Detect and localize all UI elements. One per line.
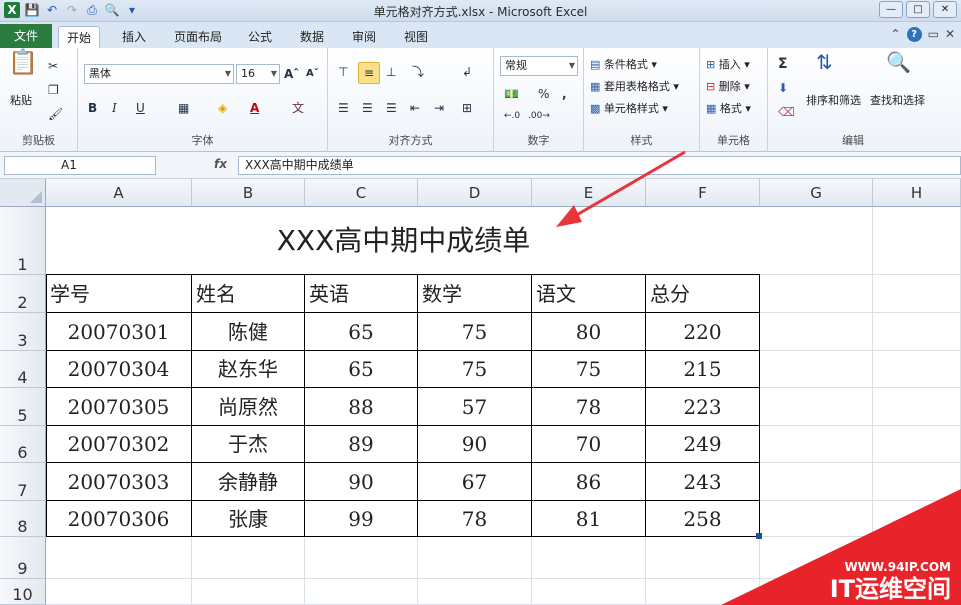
excel-window: X 💾 ↶ ↷ ⎙ 🔍 ▾ 单元格对齐方式.xlsx - Microsoft E… — [0, 0, 961, 605]
arrow-shaft — [567, 150, 686, 222]
watermark-brand: IT运维空间 — [830, 575, 951, 603]
arrow-head-icon — [556, 205, 582, 227]
watermark-badge: WWW.94IP.COM IT运维空间 — [721, 489, 961, 605]
watermark-url: WWW.94IP.COM — [844, 560, 951, 574]
